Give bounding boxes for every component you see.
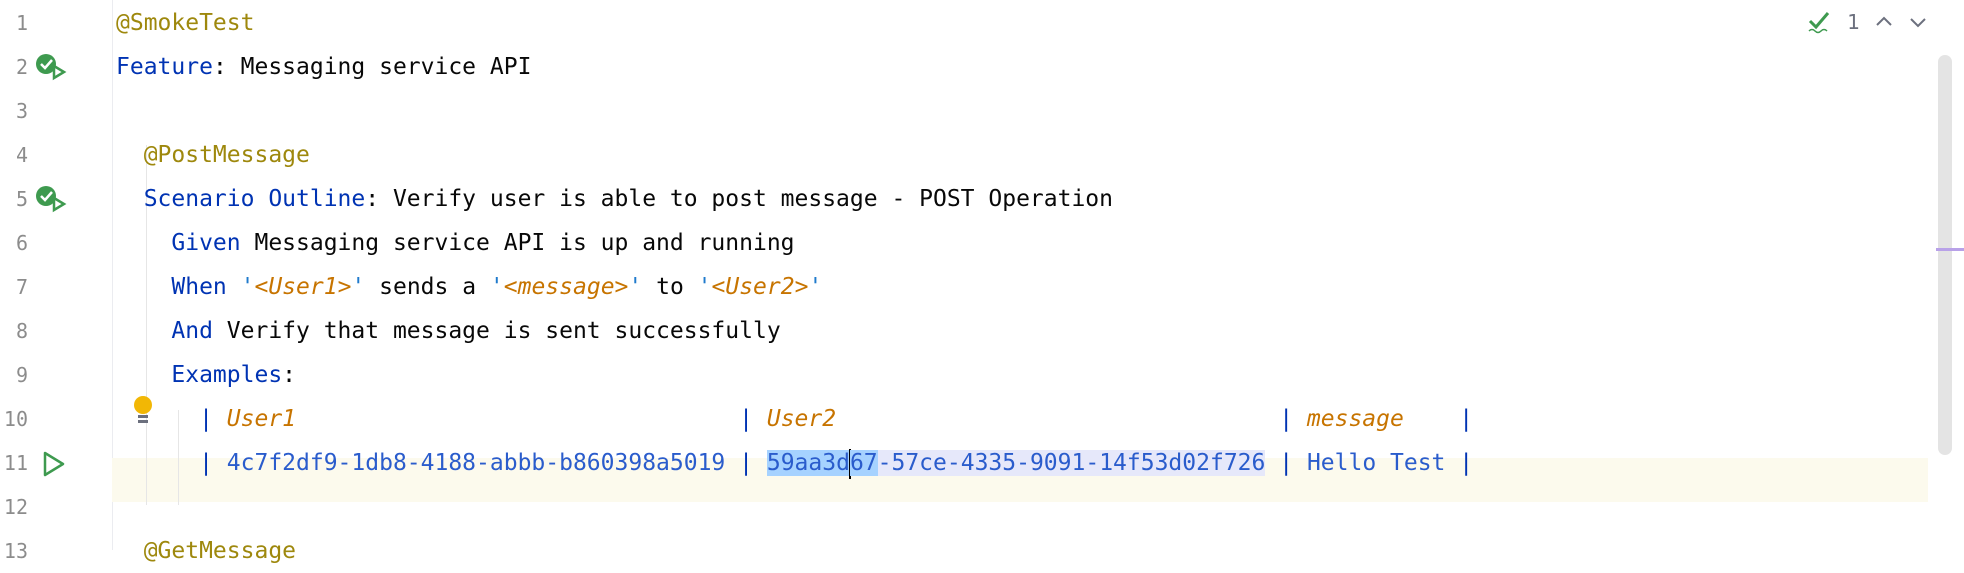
code-token: Messaging service API is up and running <box>240 230 795 256</box>
line-number: 6 <box>15 231 28 255</box>
code-token: ' <box>697 274 712 300</box>
inspection-count: 1 <box>1847 10 1860 34</box>
line-number: 11 <box>3 451 28 475</box>
line-number: 7 <box>15 275 28 299</box>
line-number: 2 <box>15 55 28 79</box>
code-token: Verify that message is sent successfully <box>212 318 781 344</box>
code-token: 59aa3d <box>766 450 850 476</box>
scrollbar-marker[interactable] <box>1936 248 1964 251</box>
code-token: 4c7f2df9-1db8-4188-abbb-b860398a5019 <box>226 450 740 476</box>
code-text[interactable]: | 4c7f2df9-1db8-4188-abbb-b860398a5019 |… <box>116 441 1473 485</box>
code-line[interactable]: 13 @GetMessage <box>0 529 1964 573</box>
code-token: | <box>1279 450 1307 476</box>
line-number: 1 <box>15 11 28 35</box>
line-number: 4 <box>15 143 28 167</box>
run-example-icon[interactable] <box>40 450 68 478</box>
code-token: @GetMessage <box>116 538 297 564</box>
code-token: User1 <box>226 406 740 432</box>
code-token: ' <box>628 274 643 300</box>
code-token: sends a <box>365 274 490 300</box>
line-number: 9 <box>15 363 28 387</box>
code-token: | <box>739 450 767 476</box>
code-text[interactable]: Given Messaging service API is up and ru… <box>116 221 795 265</box>
chevron-down-icon[interactable] <box>1908 12 1928 32</box>
code-token: | <box>739 406 767 432</box>
code-editor[interactable]: 1 @SmokeTest 2 Feature: Messaging service A… <box>0 0 1964 564</box>
code-token: -57ce-4335-9091-14f53d02f726 <box>877 450 1266 476</box>
code-token: Feature <box>116 54 213 80</box>
code-token: 67 <box>849 450 878 476</box>
code-line[interactable]: 3 <box>0 89 1964 133</box>
code-text[interactable]: @GetMessage <box>116 529 296 573</box>
code-token: to <box>642 274 698 300</box>
inspection-widget[interactable]: 1 <box>1807 10 1928 34</box>
code-line[interactable]: 1 @SmokeTest <box>0 1 1964 45</box>
vertical-scrollbar[interactable] <box>1938 55 1952 455</box>
code-token: ' <box>351 274 366 300</box>
code-token: Examples <box>116 362 283 388</box>
check-icon <box>1808 12 1830 34</box>
code-line[interactable]: 6 Given Messaging service API is up and … <box>0 221 1964 265</box>
code-text[interactable]: And Verify that message is sent successf… <box>116 309 781 353</box>
code-token: | <box>1459 406 1474 432</box>
code-line[interactable]: 12 <box>0 485 1964 529</box>
code-token: ' <box>489 274 504 300</box>
code-token: @PostMessage <box>116 142 310 168</box>
line-number: 8 <box>15 319 28 343</box>
code-token: : Messaging service API <box>212 54 532 80</box>
code-text[interactable]: Feature: Messaging service API <box>116 45 531 89</box>
line-number: 13 <box>3 539 28 563</box>
code-line[interactable]: 4 @PostMessage <box>0 133 1964 177</box>
run-scenario-icon[interactable] <box>34 184 68 214</box>
code-token: ' <box>808 274 823 300</box>
code-line[interactable]: 7 When '<User1>' sends a '<message>' to … <box>0 265 1964 309</box>
code-text[interactable]: @PostMessage <box>116 133 310 177</box>
lightbulb-icon[interactable] <box>132 395 154 429</box>
code-token: User2 <box>766 406 1280 432</box>
code-line[interactable]: 2 Feature: Messaging service API <box>0 45 1964 89</box>
code-line[interactable]: 5 Scenario Outline: Verify user is able … <box>0 177 1964 221</box>
code-token: ' <box>226 274 255 300</box>
code-text[interactable]: | User1 | User2 | message | <box>116 397 1473 441</box>
code-token: @SmokeTest <box>116 10 255 36</box>
line-number: 12 <box>3 495 28 519</box>
code-token: Given <box>116 230 241 256</box>
code-token: | <box>116 450 227 476</box>
code-line[interactable]: 8 And Verify that message is sent succes… <box>0 309 1964 353</box>
code-token: Scenario Outline <box>116 186 366 212</box>
code-text[interactable]: When '<User1>' sends a '<message>' to '<… <box>116 265 822 309</box>
line-number: 3 <box>15 99 28 123</box>
code-line[interactable]: 10 | User1 | User2 | message | <box>0 397 1964 441</box>
code-token: <User1> <box>254 274 352 300</box>
code-token: Hello Test <box>1306 450 1460 476</box>
code-token: | <box>1279 406 1307 432</box>
line-number: 5 <box>15 187 28 211</box>
code-token: message <box>1306 406 1460 432</box>
line-number: 10 <box>3 407 28 431</box>
chevron-up-icon[interactable] <box>1874 12 1894 32</box>
code-token: <message> <box>503 274 629 300</box>
code-line[interactable]: 9 Examples: <box>0 353 1964 397</box>
code-text[interactable]: @SmokeTest <box>116 1 254 45</box>
code-token: And <box>116 318 213 344</box>
code-token: When <box>116 274 227 300</box>
code-token: : <box>282 362 297 388</box>
code-token: | <box>1459 450 1474 476</box>
run-feature-icon[interactable] <box>34 52 68 82</box>
code-text[interactable]: Examples: <box>116 353 296 397</box>
code-text[interactable]: Scenario Outline: Verify user is able to… <box>116 177 1113 221</box>
code-token: <User2> <box>711 274 809 300</box>
code-token: : Verify user is able to post message - … <box>365 186 1113 212</box>
code-line[interactable]: 11 | 4c7f2df9-1db8-4188-abbb-b860398a501… <box>0 441 1964 485</box>
